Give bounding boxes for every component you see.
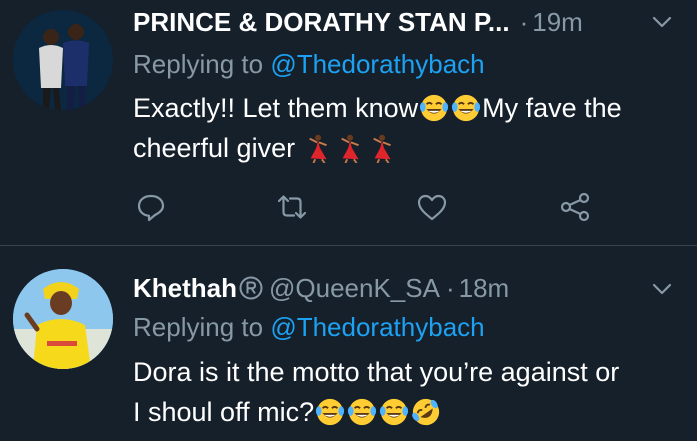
share-icon[interactable] [558,190,592,224]
separator-dot: · [445,273,455,303]
user-handle[interactable]: @QueenK_SA [269,268,440,308]
tears-of-joy-icon [315,397,345,427]
reply-icon[interactable] [134,190,168,224]
rolling-on-floor-laughing-icon [411,397,441,427]
dancer-icon [304,133,334,163]
tweet-text: Exactly!! Let them know My fave the cheer… [133,88,683,168]
tears-of-joy-icon [419,93,449,123]
tweet-text-segment: Dora is it the motto that you’re against… [133,357,620,387]
retweet-icon[interactable] [275,190,309,224]
tweet-header: PRINCE & DORATHY STAN P... · 19m [133,2,653,42]
chevron-down-icon[interactable] [648,275,676,303]
tweet-text: Dora is it the motto that you’re against… [133,352,683,432]
dancer-icon [336,133,366,163]
display-name[interactable]: Khethah [133,268,237,308]
tweet-actions [0,186,697,226]
dancer-icon [368,133,398,163]
replying-to-label: Replying to [133,312,271,342]
tears-of-joy-icon [451,93,481,123]
mention-link[interactable]: @Thedorathybach [270,49,484,79]
registered-icon [239,276,263,300]
tears-of-joy-icon [379,397,409,427]
tweet-header: Khethah @QueenK_SA · 18m [133,268,653,308]
avatar-image [13,269,113,369]
tweet[interactable]: PRINCE & DORATHY STAN P... · 19m Replyin… [0,0,697,246]
tweet[interactable]: Khethah @QueenK_SA · 18m Replying to @Th… [0,246,697,441]
replying-to: Replying to @Thedorathybach [133,46,485,82]
replying-to-label: Replying to [133,49,271,79]
mention-link[interactable]: @Thedorathybach [270,312,484,342]
tweet-text-segment: My fave the [482,93,622,123]
tweet-text-segment: cheerful giver [133,133,296,163]
tears-of-joy-icon [347,397,377,427]
tweet-text-segment: I shoul off mic? [133,397,315,427]
chevron-down-icon[interactable] [648,8,676,36]
display-name[interactable]: PRINCE & DORATHY STAN P... [133,2,510,42]
separator-dot: · [519,7,529,37]
like-icon[interactable] [415,190,449,224]
avatar-image [13,10,113,110]
replying-to: Replying to @Thedorathybach [133,309,485,345]
tweet-text-segment: Exactly!! Let them know [133,93,419,123]
timestamp[interactable]: 18m [459,268,510,308]
timestamp[interactable]: 19m [532,2,583,42]
avatar[interactable] [13,269,113,369]
avatar[interactable] [13,10,113,110]
